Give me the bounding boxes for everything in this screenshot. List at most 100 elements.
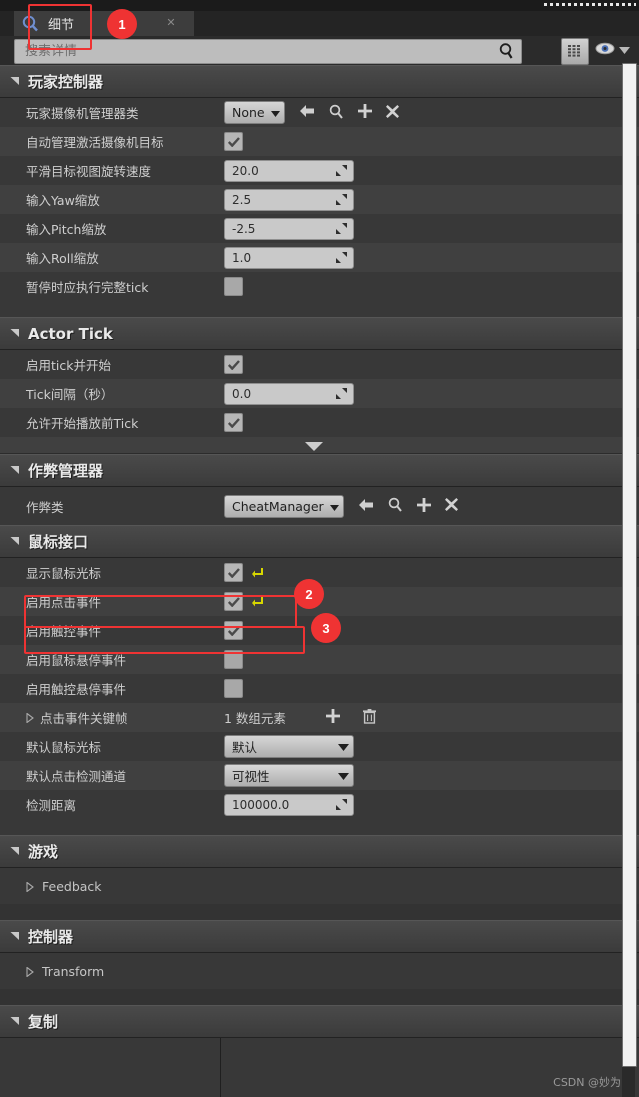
expand-triangle-icon[interactable] [26, 966, 34, 980]
category-header-controller[interactable]: 控制器 [0, 920, 639, 953]
property-row-default-mouse-cursor[interactable]: 默认鼠标光标 默认 [0, 732, 639, 761]
details-property-list[interactable]: 玩家控制器 玩家摄像机管理器类 None 自动管理激活摄像机目标 平滑目标视图旋… [0, 65, 639, 1097]
category-header-game[interactable]: 游戏 [0, 835, 639, 868]
property-row-click-event-keys[interactable]: 点击事件关键帧 1 数组元素 [0, 703, 639, 732]
grid-view-icon[interactable] [561, 38, 589, 65]
search-icon[interactable] [498, 42, 515, 63]
number-input[interactable]: 1.0 [224, 246, 354, 269]
subcategory-label: Feedback [42, 878, 102, 894]
reset-arrow-icon[interactable] [252, 594, 265, 610]
show-advanced-toggle[interactable] [0, 437, 639, 454]
expand-triangle-icon[interactable] [26, 712, 34, 726]
category-header-actor-tick[interactable]: Actor Tick [0, 317, 639, 350]
property-row-auto-manage-camera[interactable]: 自动管理激活摄像机目标 [0, 127, 639, 156]
eye-icon [595, 42, 615, 58]
category-header-replication[interactable]: 复制 [0, 1005, 639, 1038]
property-row-enable-touch-over-events[interactable]: 启用触控悬停事件 [0, 674, 639, 703]
property-value[interactable]: CheatManager [224, 494, 458, 518]
property-value[interactable] [224, 277, 243, 296]
browse-icon[interactable] [388, 497, 403, 515]
drag-spinner-icon[interactable] [336, 387, 347, 402]
enum-dropdown[interactable]: 可视性 [224, 764, 354, 787]
visibility-options-button[interactable] [595, 42, 630, 58]
tab-details[interactable]: 细节 ✕ [14, 11, 194, 36]
clear-icon[interactable] [444, 498, 458, 514]
property-row-input-yaw-scale[interactable]: 输入Yaw缩放 2.5 [0, 185, 639, 214]
drag-spinner-icon[interactable] [336, 164, 347, 179]
property-value[interactable]: None [224, 101, 399, 124]
checkbox-checked[interactable] [224, 132, 243, 151]
browse-icon[interactable] [329, 104, 344, 122]
property-value[interactable] [224, 132, 243, 151]
checkbox-unchecked[interactable] [224, 679, 243, 698]
property-value[interactable]: 默认 [224, 735, 354, 758]
property-value[interactable] [224, 679, 243, 698]
property-value[interactable]: 100000.0 [224, 793, 354, 816]
checkbox-checked[interactable] [224, 355, 243, 374]
property-value[interactable]: 0.0 [224, 382, 354, 405]
category-header-player-controller[interactable]: 玩家控制器 [0, 65, 639, 98]
number-input[interactable]: 0.0 [224, 382, 354, 405]
property-value[interactable]: -2.5 [224, 217, 354, 240]
window-resize-grip[interactable] [544, 3, 636, 6]
property-row-camera-manager-class[interactable]: 玩家摄像机管理器类 None [0, 98, 639, 127]
property-value[interactable] [224, 563, 265, 582]
category-header-mouse-interface[interactable]: 鼠标接口 [0, 525, 639, 558]
drag-spinner-icon[interactable] [336, 798, 347, 813]
number-input[interactable]: -2.5 [224, 217, 354, 240]
property-value[interactable] [224, 355, 243, 374]
property-row-tick-interval[interactable]: Tick间隔（秒） 0.0 [0, 379, 639, 408]
property-row-input-pitch-scale[interactable]: 输入Pitch缩放 -2.5 [0, 214, 639, 243]
delete-icon[interactable] [362, 708, 376, 727]
property-row-allow-tick-before-begin-play[interactable]: 允许开始播放前Tick [0, 408, 639, 437]
drag-spinner-icon[interactable] [336, 222, 347, 237]
property-value[interactable] [224, 592, 265, 611]
property-value[interactable]: 2.5 [224, 188, 354, 211]
property-row-input-roll-scale[interactable]: 输入Roll缩放 1.0 [0, 243, 639, 272]
number-input[interactable]: 20.0 [224, 159, 354, 182]
property-value[interactable]: 1.0 [224, 246, 354, 269]
add-icon[interactable] [357, 104, 372, 121]
search-field-container[interactable] [14, 39, 522, 64]
property-value[interactable]: 可视性 [224, 764, 354, 787]
checkbox-unchecked[interactable] [224, 650, 243, 669]
property-row-default-click-trace-channel[interactable]: 默认点击检测通道 可视性 [0, 761, 639, 790]
close-icon[interactable]: ✕ [164, 16, 178, 30]
clear-icon[interactable] [385, 104, 399, 121]
class-picker-dropdown[interactable]: CheatManager [224, 494, 344, 518]
subcategory-row-feedback[interactable]: Feedback [0, 868, 639, 904]
add-icon[interactable] [416, 497, 431, 515]
scrollbar-thumb[interactable] [622, 63, 637, 1067]
class-picker-dropdown[interactable]: None [224, 101, 285, 124]
property-value[interactable]: 1 数组元素 [224, 708, 376, 727]
back-arrow-icon[interactable] [358, 498, 374, 515]
property-row-tick-when-paused[interactable]: 暂停时应执行完整tick [0, 272, 639, 301]
add-icon[interactable] [325, 709, 340, 726]
property-row-cheat-class[interactable]: 作弊类 CheatManager [0, 487, 639, 525]
checkbox-checked[interactable] [224, 621, 243, 640]
expand-triangle-icon[interactable] [26, 881, 34, 895]
checkbox-checked[interactable] [224, 563, 243, 582]
property-row-enable-mouse-over-events[interactable]: 启用鼠标悬停事件 [0, 645, 639, 674]
checkbox-checked[interactable] [224, 413, 243, 432]
property-value[interactable]: 20.0 [224, 159, 354, 182]
property-value[interactable] [224, 650, 243, 669]
property-label: 启用鼠标悬停事件 [26, 653, 127, 668]
property-value[interactable] [224, 621, 243, 640]
category-header-cheat-manager[interactable]: 作弊管理器 [0, 454, 639, 487]
property-value[interactable] [224, 413, 243, 432]
checkbox-unchecked[interactable] [224, 277, 243, 296]
enum-dropdown[interactable]: 默认 [224, 735, 354, 758]
number-input[interactable]: 100000.0 [224, 793, 354, 816]
subcategory-row-transform[interactable]: Transform [0, 953, 639, 989]
back-arrow-icon[interactable] [299, 104, 315, 121]
property-row-hit-result-trace-distance[interactable]: 检测距离 100000.0 [0, 790, 639, 819]
number-input[interactable]: 2.5 [224, 188, 354, 211]
drag-spinner-icon[interactable] [336, 251, 347, 266]
drag-spinner-icon[interactable] [336, 193, 347, 208]
search-input[interactable] [23, 43, 487, 60]
property-row-smooth-rotation-speed[interactable]: 平滑目标视图旋转速度 20.0 [0, 156, 639, 185]
checkbox-checked[interactable] [224, 592, 243, 611]
property-row-start-with-tick-enabled[interactable]: 启用tick并开始 [0, 350, 639, 379]
reset-arrow-icon[interactable] [252, 565, 265, 581]
